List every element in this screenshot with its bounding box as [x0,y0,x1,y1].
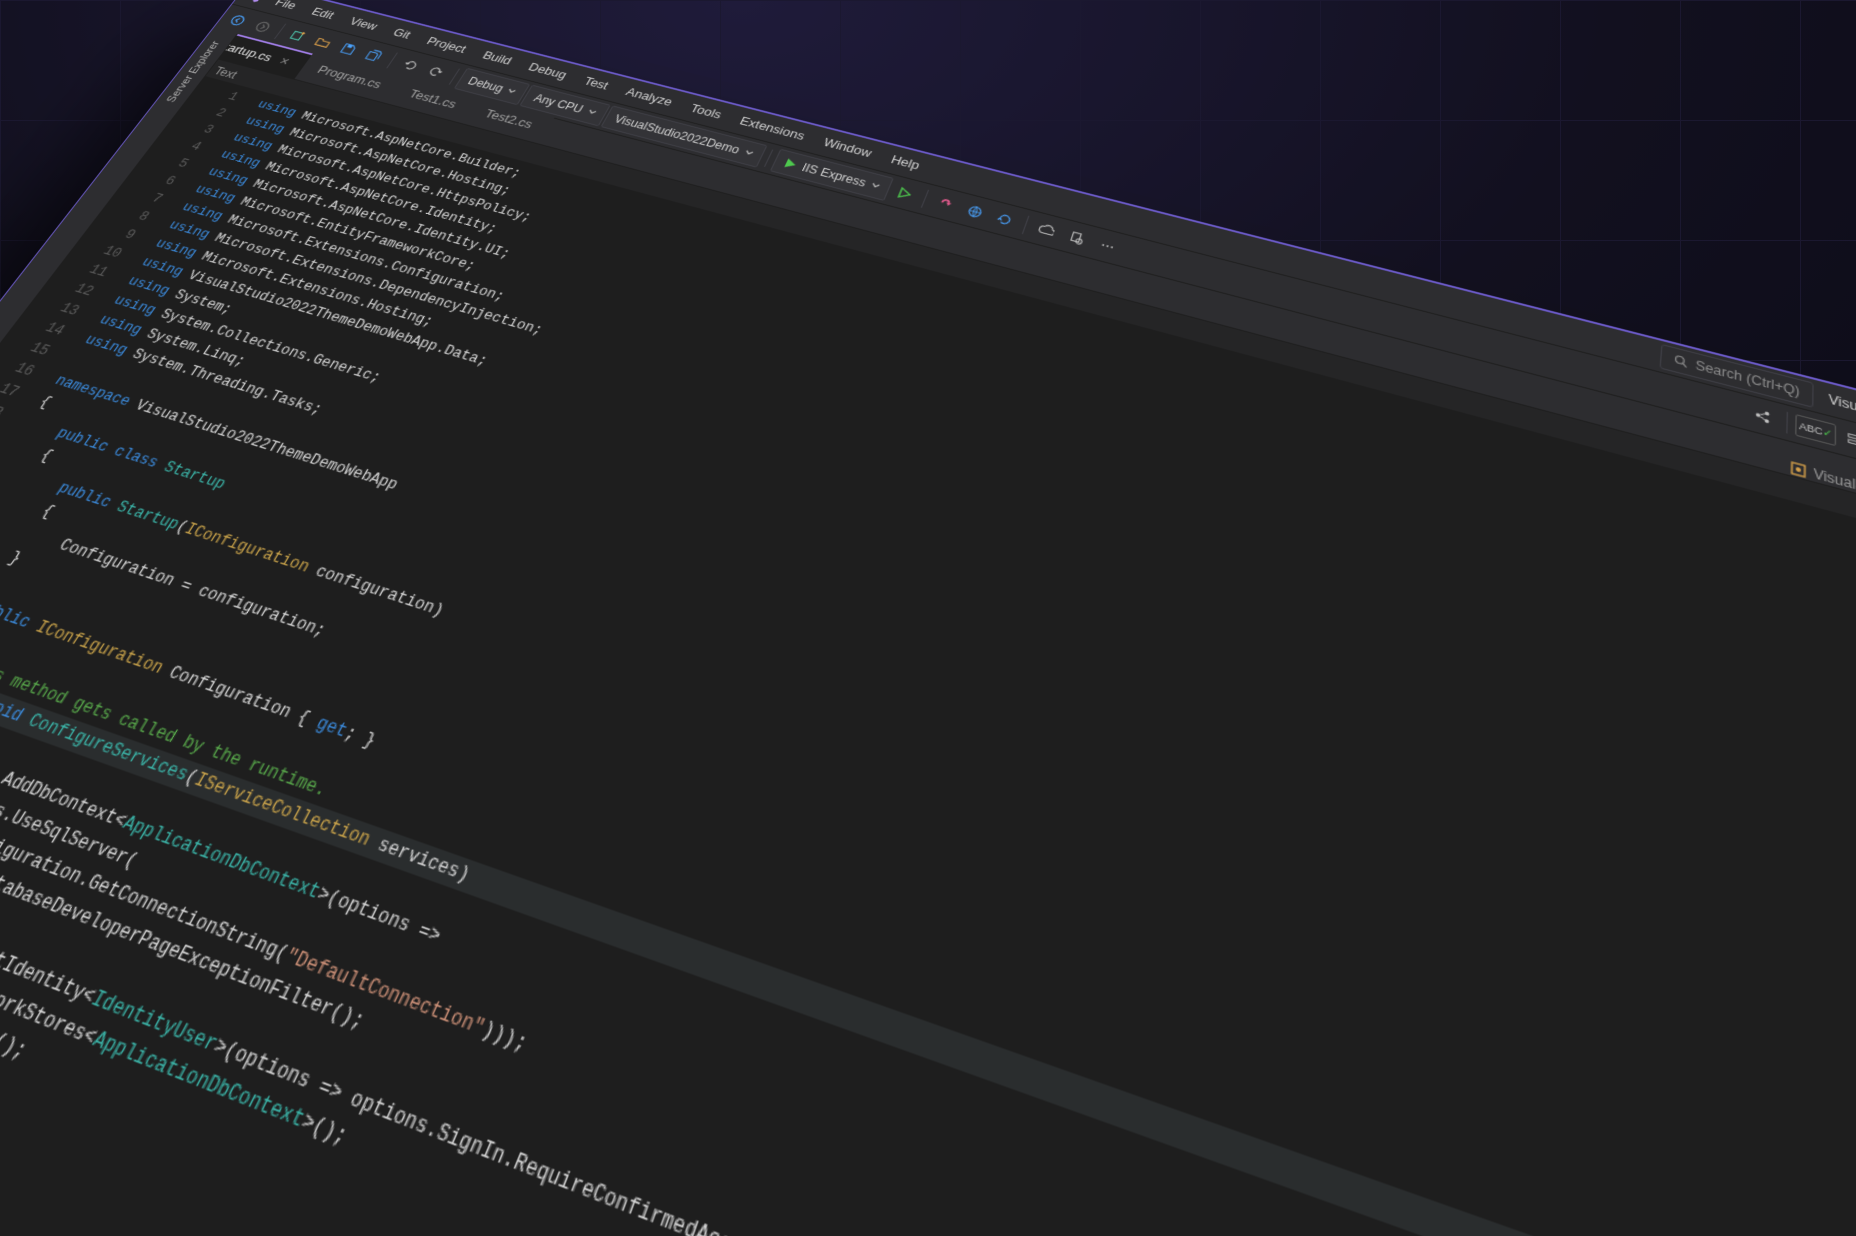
menu-view[interactable]: View [338,12,389,34]
class-icon [1790,461,1806,478]
menu-help[interactable]: Help [879,150,933,175]
overflow-button[interactable]: ⋯ [1090,231,1126,262]
find-in-files-button[interactable] [1059,223,1095,254]
live-share-button[interactable] [1746,398,1780,434]
chevron-down-icon [506,87,518,95]
code-lens-button[interactable] [1839,422,1856,459]
search-icon [1673,353,1688,369]
close-icon[interactable]: ✕ [272,50,297,74]
menu-test[interactable]: Test [572,72,621,95]
start-without-debugging-button[interactable] [887,179,924,209]
menu-tools[interactable]: Tools [678,99,734,124]
play-icon [782,157,799,171]
refresh-button[interactable] [987,204,1023,235]
chevron-down-icon [743,149,754,158]
menu-build[interactable]: Build [471,46,524,69]
chevron-down-icon [586,108,598,117]
spell-check-button[interactable]: ABC✓ [1795,414,1836,446]
chevron-down-icon [870,181,881,190]
visual-studio-window: FileEditViewGitProjectBuildDebugTestAnal… [0,0,1856,1236]
